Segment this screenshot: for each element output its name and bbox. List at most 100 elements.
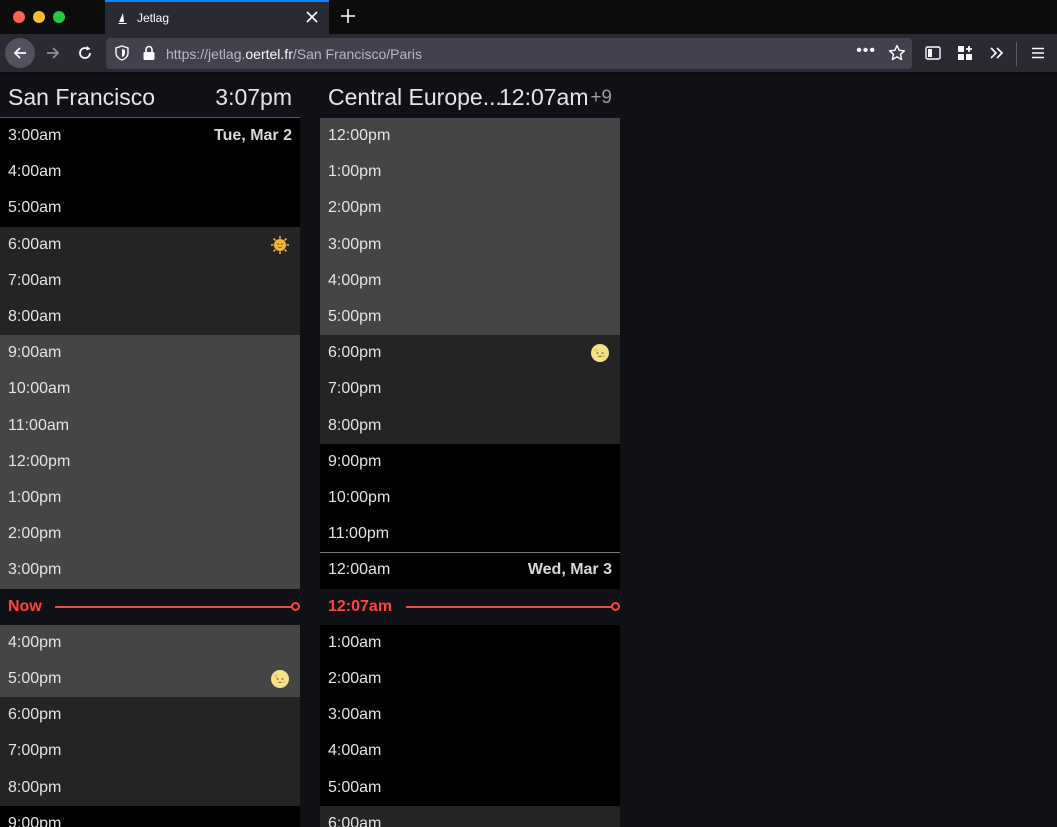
window-close-button[interactable] (13, 11, 25, 23)
utc-offset: +9 (590, 87, 612, 108)
extensions-grid-icon (958, 46, 972, 60)
moon-face-icon (590, 343, 610, 363)
hour-label: 11:00pm (328, 525, 390, 543)
hour-label: 6:00pm (8, 706, 62, 724)
hour-row[interactable]: 2:00am (320, 661, 620, 699)
arrow-left-icon (13, 47, 26, 59)
timezone-title[interactable]: San Francisco (8, 84, 155, 111)
hour-row[interactable]: 6:00pm (0, 697, 300, 735)
hour-label: 5:00am (328, 778, 382, 796)
tab-title: Jetlag (137, 11, 170, 25)
overflow-menu-button[interactable] (987, 43, 1007, 63)
window-maximize-button[interactable] (53, 11, 65, 23)
hour-row[interactable]: 7:00pm (320, 371, 620, 409)
hour-row[interactable]: 5:00am (0, 190, 300, 228)
hour-row[interactable]: 12:00pm (0, 443, 300, 481)
hour-row[interactable]: 1:00pm (0, 480, 300, 518)
hour-row[interactable]: 9:00pm (320, 443, 620, 481)
hour-row[interactable]: 2:00pm (320, 190, 620, 228)
bookmark-star-icon[interactable] (888, 44, 906, 62)
arrow-right-icon (47, 47, 60, 59)
hour-row[interactable]: 8:00pm (0, 769, 300, 807)
now-dot (611, 601, 620, 611)
hour-label: 9:00pm (8, 814, 62, 827)
hour-row[interactable]: 9:00am (0, 335, 300, 373)
hour-label: 8:00pm (8, 778, 62, 796)
hour-row[interactable]: 5:00pm (320, 299, 620, 337)
hour-label: 4:00pm (8, 633, 62, 651)
new-tab-button[interactable] (336, 4, 360, 28)
hour-row[interactable]: 11:00am (0, 407, 300, 445)
hour-label: 8:00am (8, 308, 62, 325)
date-label: Wed, Mar 3 (527, 561, 612, 579)
url-text[interactable]: https://jetlag.oertel.fr/San Francisco/P… (166, 46, 422, 62)
app-menu-button[interactable] (1028, 43, 1048, 63)
jetlag-page: San Francisco 3:07pm 3:00am Tue, Mar 2 4:0… (0, 73, 1057, 827)
hour-row[interactable]: 8:00pm (320, 407, 620, 445)
hour-row[interactable]: 3:00am (320, 697, 620, 735)
hour-label: 2:00pm (8, 525, 62, 543)
hour-row[interactable]: 6:00am (320, 805, 620, 827)
hour-row[interactable]: 11:00pm (320, 516, 620, 554)
tab-jetlag[interactable]: Jetlag (105, 0, 329, 34)
hour-label: 11:00am (8, 416, 70, 434)
url-host: oertel.fr (245, 46, 293, 62)
forward-button[interactable] (38, 38, 68, 68)
hour-label: 5:00pm (8, 670, 62, 687)
hour-label: 3:00am (328, 706, 382, 724)
reload-button[interactable] (70, 38, 100, 68)
hour-row[interactable]: 12:00pm (320, 118, 620, 156)
hour-label: 3:00am (8, 127, 62, 144)
sun-icon (270, 235, 290, 255)
hour-row[interactable]: 1:00am (320, 624, 620, 662)
hour-label: 6:00am (8, 235, 62, 253)
hour-label: 4:00pm (328, 271, 382, 289)
hour-row[interactable]: 4:00am (320, 733, 620, 771)
hour-row[interactable]: 7:00am (0, 262, 300, 300)
hour-label: 2:00pm (328, 199, 382, 217)
timezone-title[interactable]: Central Europe... (328, 84, 502, 111)
current-time: 3:07pm (215, 84, 292, 110)
hour-row[interactable]: 7:00pm (0, 733, 300, 771)
hour-row[interactable]: 4:00am (0, 154, 300, 192)
hour-row[interactable]: 4:00pm (0, 624, 300, 662)
hour-row[interactable]: 8:00am (0, 299, 300, 337)
hour-row[interactable]: 10:00am (0, 371, 300, 409)
window-minimize-button[interactable] (33, 11, 45, 23)
back-button[interactable] (5, 38, 35, 68)
hour-row[interactable]: 2:00pm (0, 516, 300, 554)
hour-row[interactable]: 6:00am (0, 226, 300, 264)
hour-row[interactable]: 3:00pm (0, 552, 300, 590)
hour-label: 9:00pm (328, 452, 382, 470)
hour-label: 5:00am (8, 199, 62, 217)
tab-close-button[interactable] (303, 8, 321, 26)
tab-strip: Jetlag (0, 0, 1057, 34)
hour-row[interactable]: 12:00am Wed, Mar 3 (320, 552, 620, 590)
hour-label: 12:00am (328, 561, 391, 579)
hour-row[interactable]: 1:00pm (320, 154, 620, 192)
hour-label: 4:00am (328, 742, 382, 760)
hour-row[interactable]: 5:00am (320, 769, 620, 807)
now-indicator: 12:07am (320, 588, 620, 626)
hour-row[interactable]: 4:00pm (320, 262, 620, 300)
sidebar-toggle-button[interactable] (923, 43, 943, 63)
hour-row[interactable]: 6:00pm (320, 335, 620, 373)
hamburger-menu-icon (1032, 47, 1044, 59)
hour-label: 12:00pm (8, 452, 71, 470)
tracking-protection-shield-icon[interactable] (114, 45, 130, 61)
hour-label: 8:00pm (328, 416, 382, 434)
column-header: San Francisco 3:07pm (0, 73, 300, 118)
now-line (406, 605, 612, 608)
sailboat-favicon-icon (118, 13, 127, 24)
hour-row[interactable]: 3:00am Tue, Mar 2 (0, 118, 300, 156)
hour-row[interactable]: 3:00pm (320, 226, 620, 264)
page-actions-more-icon[interactable]: ••• (856, 42, 876, 60)
hour-row[interactable]: 5:00pm (0, 661, 300, 699)
hour-row[interactable]: 10:00pm (320, 480, 620, 518)
plus-icon (341, 9, 355, 23)
extensions-button[interactable] (955, 43, 975, 63)
address-bar[interactable]: https://jetlag.oertel.fr/San Francisco/P… (106, 38, 912, 69)
hour-row[interactable]: 9:00pm (0, 805, 300, 827)
lock-icon[interactable] (142, 45, 156, 61)
hour-label: 4:00am (8, 163, 62, 181)
